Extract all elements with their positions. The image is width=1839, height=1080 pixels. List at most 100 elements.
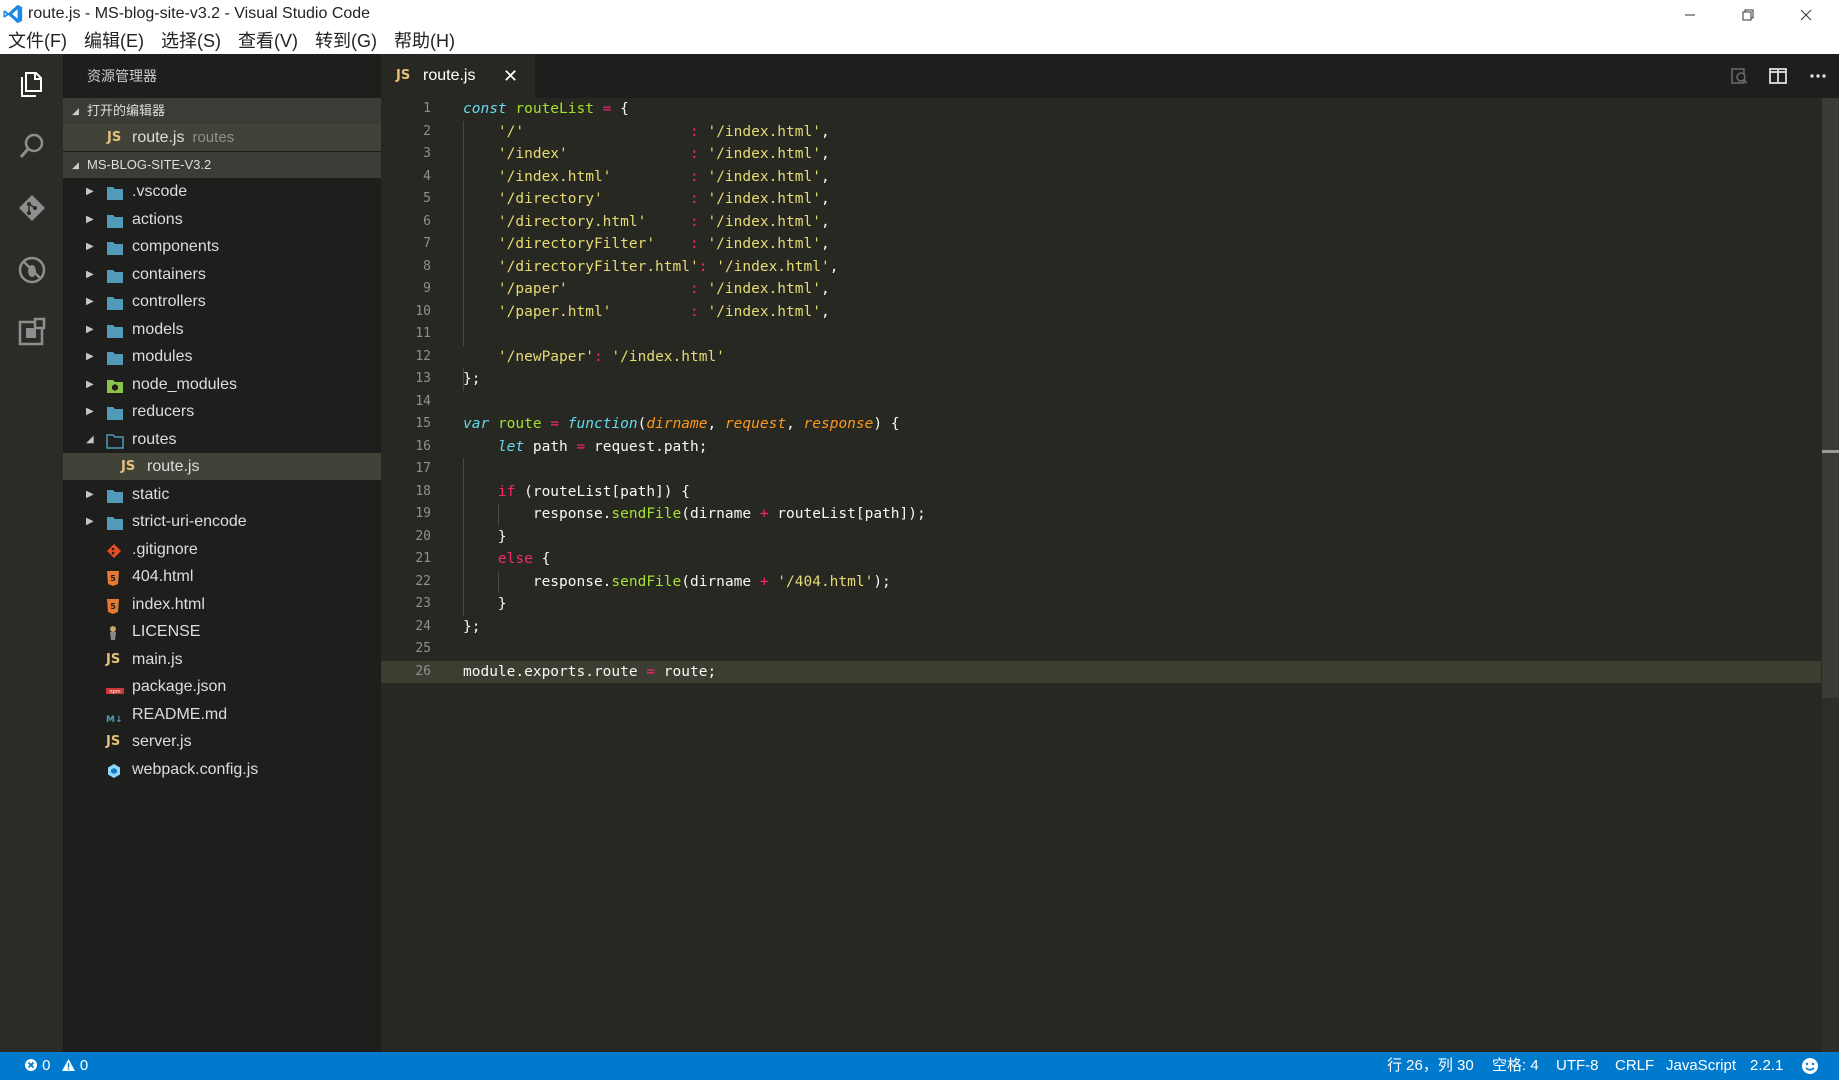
menu-goto[interactable]: 转到(G) xyxy=(315,29,377,54)
tree-item[interactable]: ▶ components xyxy=(63,233,381,260)
tree-item[interactable]: npm package.json xyxy=(63,673,381,700)
tree-item[interactable]: ▶ node_modules xyxy=(63,371,381,398)
code-text: '/directory.html' : '/index.html', xyxy=(497,213,830,230)
code-line[interactable]: 14 xyxy=(381,391,1821,414)
code-line[interactable]: 10 '/paper.html' : '/index.html', xyxy=(381,301,1821,324)
tree-item[interactable]: ▶ reducers xyxy=(63,398,381,425)
feedback-button[interactable] xyxy=(1801,1057,1819,1080)
code-line[interactable]: 20 } xyxy=(381,526,1821,549)
split-editor-button[interactable] xyxy=(1766,64,1790,88)
title-bar: route.js - MS-blog-site-v3.2 - Visual St… xyxy=(0,0,1839,29)
code-line[interactable]: 9 '/paper' : '/index.html', xyxy=(381,278,1821,301)
language-mode[interactable]: JavaScript xyxy=(1666,1052,1736,1080)
tab-route-js[interactable]: JS route.js ✕ xyxy=(381,54,535,98)
line-number: 17 xyxy=(415,461,431,476)
code-line[interactable]: 23 } xyxy=(381,593,1821,616)
tree-item[interactable]: 5 index.html xyxy=(63,591,381,618)
menu-help[interactable]: 帮助(H) xyxy=(394,29,455,54)
line-number: 12 xyxy=(415,348,431,364)
code-line[interactable]: 8 '/directoryFilter.html': '/index.html'… xyxy=(381,256,1821,279)
code-text: '/' : '/index.html', xyxy=(497,123,830,140)
code-line[interactable]: 5 '/directory' : '/index.html', xyxy=(381,188,1821,211)
code-line[interactable]: 12 '/newPaper': '/index.html' xyxy=(381,346,1821,369)
version[interactable]: 2.2.1 xyxy=(1750,1052,1783,1080)
tree-item[interactable]: ▶ models xyxy=(63,316,381,343)
code-line[interactable]: 16 let path = request.path; xyxy=(381,436,1821,459)
tree-item[interactable]: ▶ .vscode xyxy=(63,178,381,205)
activity-extensions[interactable] xyxy=(0,302,63,362)
tree-item[interactable]: ▶ modules xyxy=(63,343,381,370)
code-line[interactable]: 13}; xyxy=(381,368,1821,391)
menu-edit[interactable]: 编辑(E) xyxy=(84,29,144,54)
encoding[interactable]: UTF-8 xyxy=(1556,1052,1599,1080)
indentation[interactable]: 空格: 4 xyxy=(1492,1052,1539,1080)
tab-close-icon[interactable]: ✕ xyxy=(503,66,518,87)
tree-item[interactable]: JS main.js xyxy=(63,646,381,673)
minimize-button[interactable] xyxy=(1661,0,1719,29)
code-text: var route = function(dirname, request, r… xyxy=(463,416,900,432)
activity-explorer[interactable] xyxy=(0,54,63,114)
code-line[interactable]: 1 const routeList = { xyxy=(381,98,1821,121)
tree-item[interactable]: ▶ static xyxy=(63,481,381,508)
tree-item[interactable]: JS route.js xyxy=(63,453,381,480)
tree-item[interactable]: M↓ README.md xyxy=(63,701,381,728)
activity-search[interactable] xyxy=(0,116,63,176)
tree-item[interactable]: ▶ containers xyxy=(63,261,381,288)
code-line[interactable]: 15 var route = function(dirname, request,… xyxy=(381,413,1821,436)
git-icon xyxy=(18,195,45,221)
more-actions-button[interactable] xyxy=(1806,64,1830,88)
tree-item[interactable]: JS server.js xyxy=(63,728,381,755)
menu-view[interactable]: 查看(V) xyxy=(238,29,298,54)
code-line[interactable]: 3 '/index' : '/index.html', xyxy=(381,143,1821,166)
tree-item[interactable]: webpack.config.js xyxy=(63,756,381,783)
code-line[interactable]: 18 if (routeList[path]) { xyxy=(381,481,1821,504)
line-number: 7 xyxy=(423,236,431,251)
code-line[interactable]: 17 xyxy=(381,458,1821,481)
tree-item[interactable]: .gitignore xyxy=(63,536,381,563)
cursor-position[interactable]: 行 26，列 30 xyxy=(1387,1052,1474,1080)
code-line[interactable]: 2 '/' : '/index.html', xyxy=(381,121,1821,144)
activity-debug[interactable] xyxy=(0,240,63,300)
tree-item[interactable]: ▶ controllers xyxy=(63,288,381,315)
tree-item[interactable]: LICENSE xyxy=(63,618,381,645)
code-editor[interactable]: 1 const routeList = {2 '/' : '/index.html… xyxy=(381,98,1839,1052)
code-line[interactable]: 22 response.sendFile(dirname + '/404.htm… xyxy=(381,571,1821,594)
line-number: 25 xyxy=(415,641,431,656)
tree-item[interactable]: ▶ strict-uri-encode xyxy=(63,508,381,535)
line-ending[interactable]: CRLF xyxy=(1615,1052,1654,1080)
tree-item-label: main.js xyxy=(132,650,183,668)
menu-file[interactable]: 文件(F) xyxy=(8,29,67,54)
project-header[interactable]: ◢ MS-BLOG-SITE-V3.2 xyxy=(63,152,381,178)
code-line[interactable]: 4 '/index.html' : '/index.html', xyxy=(381,166,1821,189)
code-line[interactable]: 21 else { xyxy=(381,548,1821,571)
tree-item-label: package.json xyxy=(132,678,227,695)
code-line[interactable]: 7 '/directoryFilter' : '/index.html', xyxy=(381,233,1821,256)
close-button[interactable] xyxy=(1777,0,1835,29)
tree-item[interactable]: ▶ actions xyxy=(63,206,381,233)
menu-selection[interactable]: 选择(S) xyxy=(161,29,221,54)
chevron-right-icon: ▶ xyxy=(86,516,94,527)
activity-git[interactable] xyxy=(0,178,63,238)
line-number: 16 xyxy=(415,438,431,454)
editor-scrollbar-thumb[interactable] xyxy=(1822,98,1839,698)
line-number: 5 xyxy=(423,191,431,206)
open-changes-button[interactable] xyxy=(1727,64,1751,88)
code-text: else { xyxy=(497,551,551,567)
code-line[interactable]: 26 module.exports.route = route; xyxy=(381,660,1821,683)
js-file-icon: JS xyxy=(121,459,136,474)
code-line[interactable]: 24}; xyxy=(381,616,1821,639)
problems-indicator[interactable]: 0 0 xyxy=(24,1052,88,1080)
code-line[interactable]: 19 response.sendFile(dirname + routeList… xyxy=(381,503,1821,526)
line-number: 23 xyxy=(415,596,431,611)
open-editors-header[interactable]: ◢ 打开的编辑器 xyxy=(63,98,381,124)
line-number: 2 xyxy=(423,123,431,139)
tree-item[interactable]: 5 404.html xyxy=(63,563,381,590)
open-editor-item[interactable]: JS route.js routes xyxy=(63,124,381,151)
restore-button[interactable] xyxy=(1719,0,1777,29)
code-line[interactable]: 11 xyxy=(381,323,1821,346)
tree-item[interactable]: ◢ routes xyxy=(63,426,381,453)
code-text: }; xyxy=(463,618,481,635)
code-line[interactable]: 25 xyxy=(381,638,1821,661)
code-line[interactable]: 6 '/directory.html' : '/index.html', xyxy=(381,211,1821,234)
open-editor-desc: routes xyxy=(192,129,235,146)
